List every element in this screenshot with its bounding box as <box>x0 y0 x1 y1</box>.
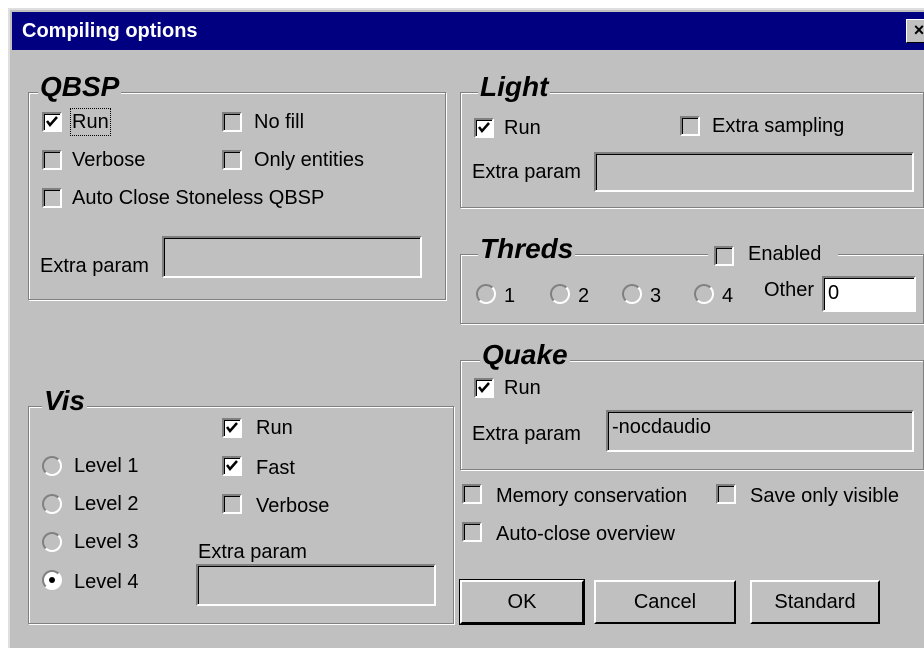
light-extra-sampling-label[interactable]: Extra sampling <box>712 114 844 138</box>
check-mark-icon <box>478 122 490 133</box>
vis-extra-param-input[interactable] <box>196 564 436 606</box>
vis-level-3-radio[interactable] <box>42 532 62 552</box>
compiling-options-dialog: Compiling options × QBSP Run No fill Ver… <box>8 8 924 648</box>
close-button[interactable]: × <box>906 19 924 43</box>
vis-level-3-label[interactable]: Level 3 <box>74 530 139 554</box>
qbsp-no-fill-checkbox[interactable] <box>222 112 242 132</box>
check-mark-icon <box>226 422 238 433</box>
vis-level-1-label[interactable]: Level 1 <box>74 454 139 478</box>
qbsp-auto-close-label[interactable]: Auto Close Stoneless QBSP <box>72 186 324 210</box>
threads-legend: Threds <box>478 233 576 264</box>
quake-legend: Quake <box>480 339 570 370</box>
threads-radio-2[interactable] <box>550 284 570 304</box>
qbsp-only-entities-checkbox[interactable] <box>222 150 242 170</box>
title-bar[interactable]: Compiling options × <box>12 12 924 50</box>
ok-button[interactable]: OK <box>459 579 585 625</box>
threads-radio-3[interactable] <box>622 284 642 304</box>
threads-option-3-label[interactable]: 3 <box>650 284 661 308</box>
qbsp-only-entities-label[interactable]: Only entities <box>254 148 364 172</box>
auto-close-overview-label[interactable]: Auto-close overview <box>496 522 675 546</box>
vis-extra-param-label: Extra param <box>198 541 307 563</box>
qbsp-verbose-checkbox[interactable] <box>42 150 62 170</box>
light-run-checkbox[interactable] <box>474 118 494 138</box>
radio-dot-icon <box>49 577 55 583</box>
threads-other-input[interactable]: 0 <box>822 276 916 312</box>
qbsp-extra-param-input[interactable] <box>162 236 422 278</box>
vis-level-1-radio[interactable] <box>42 456 62 476</box>
threads-enabled-checkbox[interactable] <box>714 246 734 266</box>
vis-run-label[interactable]: Run <box>256 416 293 440</box>
vis-level-4-label[interactable]: Level 4 <box>74 570 139 594</box>
vis-fast-checkbox[interactable] <box>222 456 242 476</box>
vis-level-2-label[interactable]: Level 2 <box>74 492 139 516</box>
threads-option-2-label[interactable]: 2 <box>578 284 589 308</box>
threads-radio-4[interactable] <box>694 284 714 304</box>
light-extra-param-label: Extra param <box>472 161 581 183</box>
threads-other-label: Other <box>764 279 815 301</box>
qbsp-legend: QBSP <box>38 71 122 102</box>
threads-enabled-label[interactable]: Enabled <box>748 242 821 266</box>
quake-run-label[interactable]: Run <box>504 376 541 400</box>
threads-option-1-label[interactable]: 1 <box>504 284 515 308</box>
memory-conservation-label[interactable]: Memory conservation <box>496 484 687 508</box>
qbsp-auto-close-checkbox[interactable] <box>42 188 62 208</box>
close-icon: × <box>913 20 924 40</box>
save-only-visible-label[interactable]: Save only visible <box>750 484 899 508</box>
cancel-button[interactable]: Cancel <box>594 580 736 624</box>
vis-verbose-label[interactable]: Verbose <box>256 494 329 518</box>
light-extra-param-input[interactable] <box>594 152 914 192</box>
quake-run-checkbox[interactable] <box>474 378 494 398</box>
vis-verbose-checkbox[interactable] <box>222 494 242 514</box>
save-only-visible-checkbox[interactable] <box>716 484 736 504</box>
quake-extra-param-input[interactable]: -nocdaudio <box>606 410 914 452</box>
light-run-label[interactable]: Run <box>504 116 541 140</box>
qbsp-extra-param-label: Extra param <box>40 255 149 277</box>
vis-legend: Vis <box>42 385 87 416</box>
vis-level-2-radio[interactable] <box>42 494 62 514</box>
vis-run-checkbox[interactable] <box>222 418 242 438</box>
vis-level-4-radio[interactable] <box>42 570 62 590</box>
threads-option-4-label[interactable]: 4 <box>722 284 733 308</box>
memory-conservation-checkbox[interactable] <box>462 484 482 504</box>
check-mark-icon <box>478 382 490 393</box>
vis-fast-label[interactable]: Fast <box>256 456 295 480</box>
light-legend: Light <box>478 71 551 102</box>
qbsp-no-fill-label[interactable]: No fill <box>254 110 304 134</box>
check-mark-icon <box>46 116 58 127</box>
auto-close-overview-checkbox[interactable] <box>462 522 482 542</box>
standard-button[interactable]: Standard <box>750 580 880 624</box>
qbsp-verbose-label[interactable]: Verbose <box>72 148 145 172</box>
threads-radio-1[interactable] <box>476 284 496 304</box>
qbsp-run-checkbox[interactable] <box>42 112 62 132</box>
check-mark-icon <box>226 460 238 471</box>
quake-extra-param-label: Extra param <box>472 423 581 445</box>
qbsp-run-label[interactable]: Run <box>70 108 111 136</box>
light-extra-sampling-checkbox[interactable] <box>680 116 700 136</box>
window-title: Compiling options <box>22 20 198 42</box>
